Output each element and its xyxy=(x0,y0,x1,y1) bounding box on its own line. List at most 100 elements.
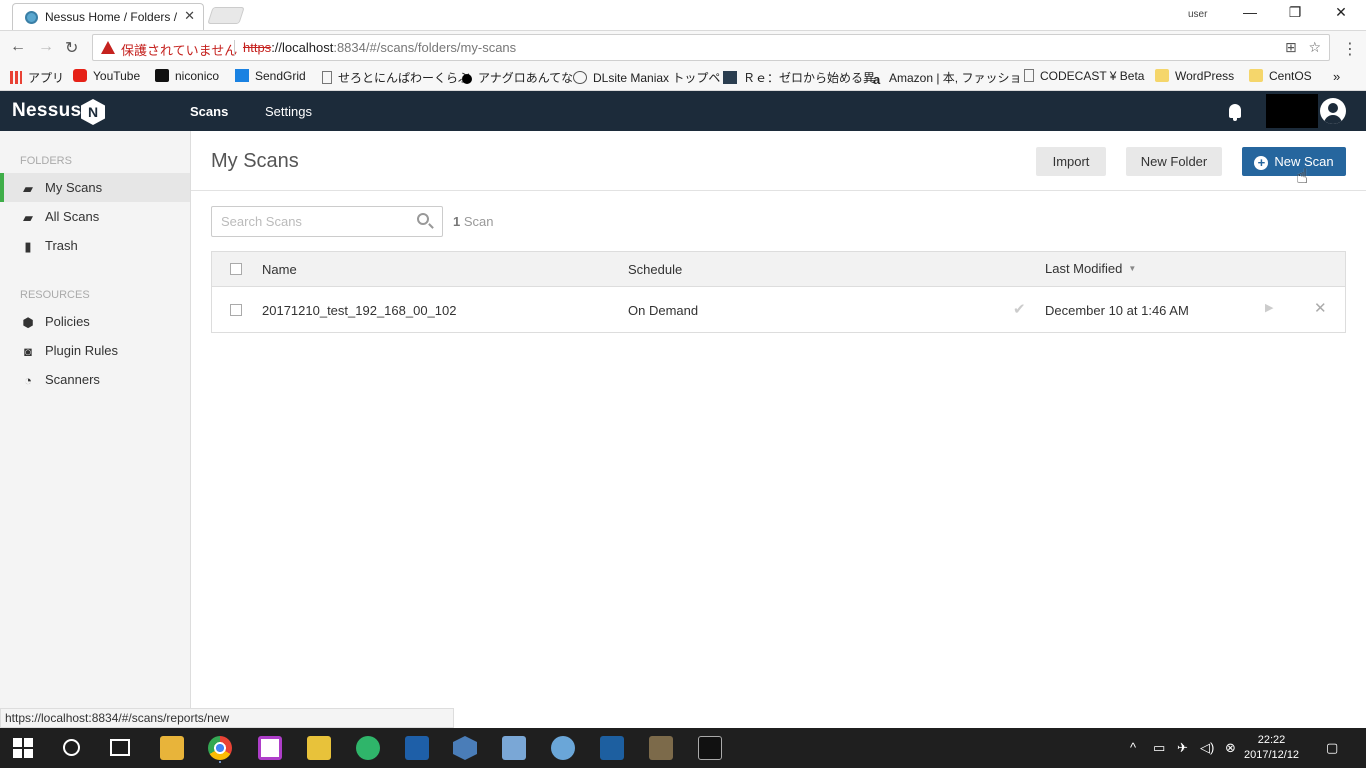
forward-icon[interactable]: → xyxy=(38,38,54,56)
sidebar-item-label: Policies xyxy=(45,314,90,329)
new-tab-button[interactable] xyxy=(207,7,245,24)
system-clock[interactable]: 22:22 2017/12/12 xyxy=(1244,733,1299,763)
file-explorer-icon[interactable] xyxy=(160,736,184,760)
security-warning[interactable]: 保護されていません xyxy=(121,40,237,59)
warning-icon xyxy=(101,41,115,54)
chrome-taskbar-icon[interactable] xyxy=(208,736,232,760)
sidebar-item-my-scans[interactable]: ▰ My Scans xyxy=(0,173,190,202)
scan-schedule: On Demand xyxy=(628,303,699,318)
eye-app-icon[interactable] xyxy=(551,736,575,760)
search-icon[interactable] xyxy=(417,213,429,225)
tray-overflow-icon[interactable]: ^ xyxy=(1130,740,1136,755)
close-window-icon[interactable]: ✕ xyxy=(1331,4,1351,21)
page-title: My Scans xyxy=(211,150,299,172)
nav-scans[interactable]: Scans xyxy=(190,104,228,119)
task-view-icon[interactable] xyxy=(110,739,130,756)
scan-name[interactable]: 20171210_test_192_168_00_102 xyxy=(262,303,456,318)
airplane-mode-icon[interactable]: ✈ xyxy=(1177,740,1188,756)
bookmark-codecast[interactable]: CODECAST ¥ Beta xyxy=(1024,69,1144,83)
battery-icon[interactable]: ▭ xyxy=(1153,740,1165,756)
bookmark-wordpress[interactable]: WordPress xyxy=(1155,69,1234,83)
delete-x-icon[interactable]: ✕ xyxy=(1314,299,1327,317)
folder-icon xyxy=(1155,69,1169,82)
status-completed-check-icon: ✔ xyxy=(1013,301,1026,318)
windows-start-icon[interactable] xyxy=(13,738,33,758)
wireshark-app-icon[interactable] xyxy=(502,736,526,760)
search-input[interactable] xyxy=(211,206,443,237)
omnibox-actions: ⊞ ☆ xyxy=(1285,39,1321,56)
scan-last-modified: December 10 at 1:46 AM xyxy=(1045,303,1189,318)
lightning-app-icon[interactable] xyxy=(600,736,624,760)
bookmark-star-icon[interactable]: ☆ xyxy=(1308,39,1321,55)
column-last-modified[interactable]: Last Modified ▼ xyxy=(1045,261,1136,276)
restore-icon[interactable]: ❐ xyxy=(1285,4,1305,21)
nessus-logo-badge: N xyxy=(81,99,105,125)
pointer-hand-cursor-icon: ☝ xyxy=(1296,166,1309,188)
bookmark-youtube[interactable]: YouTube xyxy=(73,69,140,83)
cortana-search-icon[interactable] xyxy=(63,739,80,756)
table-header: Name Schedule Last Modified ▼ xyxy=(212,252,1345,287)
sidebar-item-scanners[interactable]: ◔ Scanners xyxy=(0,365,190,394)
falcon-app-icon[interactable] xyxy=(649,736,673,760)
new-folder-button[interactable]: New Folder xyxy=(1126,147,1222,176)
re-zero-icon xyxy=(723,71,737,84)
text-editor-app-icon[interactable] xyxy=(307,736,331,760)
browser-tab[interactable]: Nessus Home / Folders / My Scans ✕ xyxy=(12,3,204,30)
address-bar[interactable]: 保護されていません https://localhost:8834/#/scans… xyxy=(92,34,1330,61)
plugin-icon: ◙ xyxy=(24,344,32,359)
clock-time: 22:22 xyxy=(1257,734,1286,746)
back-icon[interactable]: ← xyxy=(10,38,26,56)
bookmark-apps[interactable]: アプリ xyxy=(10,69,64,86)
scan-count: 1 Scan xyxy=(453,214,493,229)
atom-app-icon[interactable] xyxy=(356,736,380,760)
browser-menu-icon[interactable]: ⋮ xyxy=(1342,39,1358,59)
sidebar-item-trash[interactable]: ▮ Trash xyxy=(0,231,190,260)
apps-grid-icon xyxy=(10,71,22,84)
terminal-icon[interactable] xyxy=(698,736,722,760)
reload-icon[interactable]: ↻ xyxy=(65,38,78,58)
bookmark-centos[interactable]: CentOS xyxy=(1249,69,1312,83)
bookmark-anaguro[interactable]: アナグロあんてな xyxy=(462,69,573,86)
sidebar-item-all-scans[interactable]: ▰ All Scans xyxy=(0,202,190,231)
table-row[interactable]: 20171210_test_192_168_00_102 On Demand ✔… xyxy=(212,287,1345,332)
column-schedule[interactable]: Schedule xyxy=(628,262,682,277)
nav-settings[interactable]: Settings xyxy=(265,104,312,119)
shield-icon: ⬢ xyxy=(22,315,34,330)
sidebar-item-policies[interactable]: ⬢ Policies xyxy=(0,307,190,336)
youtube-icon xyxy=(73,69,87,82)
bookmark-sendgrid[interactable]: SendGrid xyxy=(235,69,306,83)
sidebar-item-plugin-rules[interactable]: ◙ Plugin Rules xyxy=(0,336,190,365)
folder-icon xyxy=(1249,69,1263,82)
tab-close-icon[interactable]: ✕ xyxy=(184,8,195,24)
sidebar-item-label: Trash xyxy=(45,238,78,253)
profile-user-label[interactable]: user xyxy=(1188,9,1207,20)
launch-play-icon[interactable]: ▶ xyxy=(1265,301,1273,314)
notifications-bell-icon[interactable] xyxy=(1229,104,1241,121)
volume-icon[interactable]: ◁) xyxy=(1200,740,1214,756)
column-name[interactable]: Name xyxy=(262,262,297,277)
minimize-icon[interactable]: — xyxy=(1240,4,1260,20)
user-avatar-icon[interactable] xyxy=(1320,98,1346,124)
bookmark-serotonin[interactable]: せろとにんぱわーくらぶ xyxy=(322,69,470,86)
action-center-icon[interactable]: ▢ xyxy=(1326,740,1338,756)
bookmarks-overflow-icon[interactable]: » xyxy=(1333,69,1340,84)
new-scan-button[interactable]: + New Scan xyxy=(1242,147,1346,176)
translate-icon[interactable]: ⊞ xyxy=(1285,39,1297,55)
bookmark-rezero[interactable]: Ｒｅ：ゼロから始める異 xyxy=(723,69,875,86)
nessus-logo[interactable]: Nessus xyxy=(12,100,81,122)
bookmark-niconico[interactable]: niconico xyxy=(155,69,219,83)
url-text[interactable]: https://localhost:8834/#/scans/folders/m… xyxy=(243,40,516,55)
sidebar-item-label: Scanners xyxy=(45,372,100,387)
bookmarks-bar: アプリ YouTube niconico SendGrid せろとにんぱわーくら… xyxy=(0,64,1366,91)
import-button[interactable]: Import xyxy=(1036,147,1106,176)
select-all-checkbox[interactable] xyxy=(230,263,242,275)
folder-icon: ▰ xyxy=(23,210,33,225)
network-off-icon[interactable]: ⊗ xyxy=(1225,740,1236,756)
row-checkbox[interactable] xyxy=(230,304,242,316)
virtualbox-icon[interactable] xyxy=(453,736,477,760)
bookmark-amazon[interactable]: a Amazon | 本, ファッショ xyxy=(873,69,1021,87)
windows-taskbar: ^ ▭ ✈ ◁) ⊗ 22:22 2017/12/12 ▢ xyxy=(0,728,1366,768)
bookmark-dlsite[interactable]: DLsite Maniax トップペ xyxy=(573,69,720,86)
powershell-icon[interactable] xyxy=(405,736,429,760)
notepad-app-icon[interactable] xyxy=(258,736,282,760)
